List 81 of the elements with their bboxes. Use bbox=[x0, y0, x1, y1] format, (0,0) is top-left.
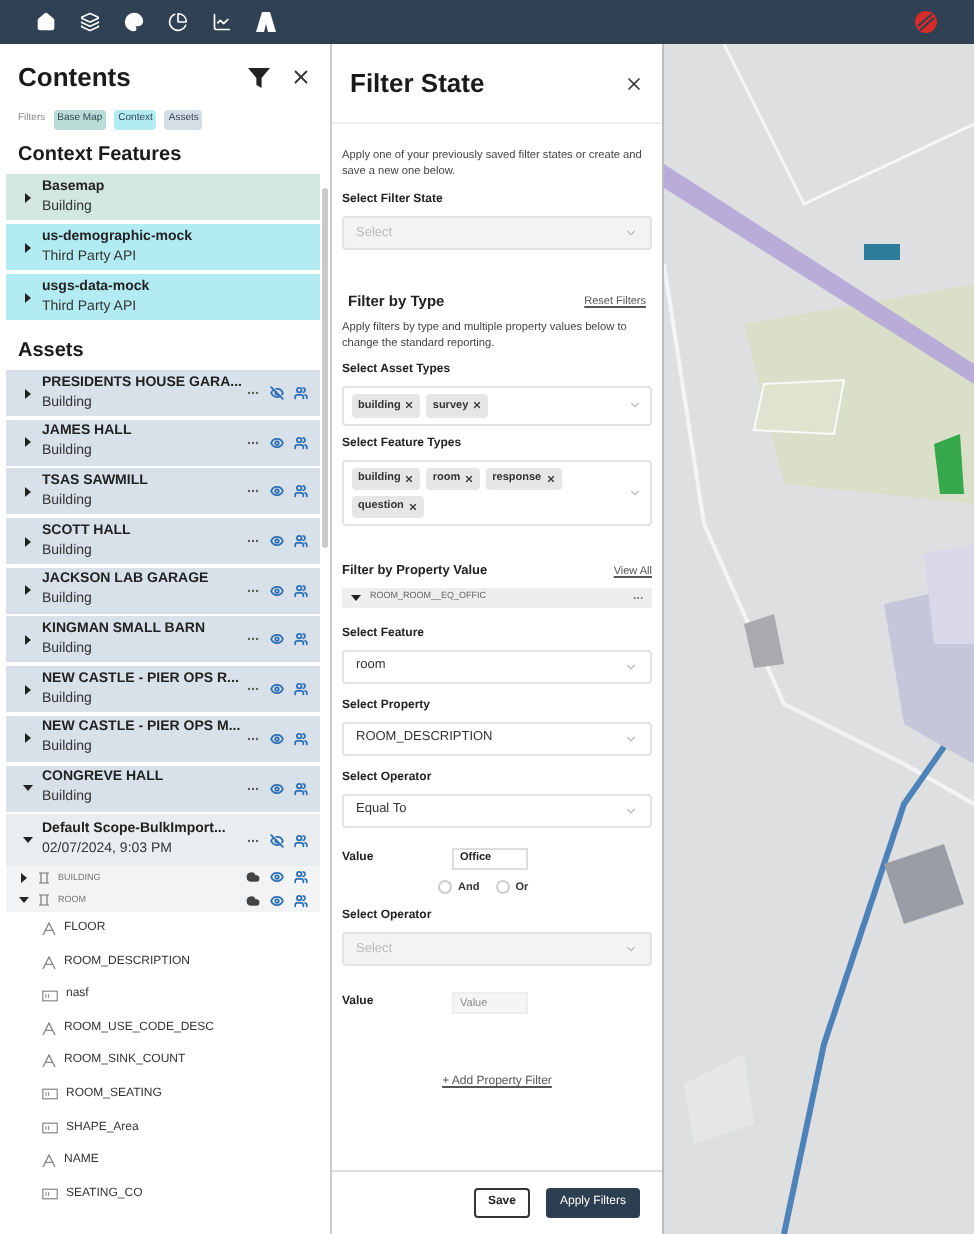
eye-icon[interactable] bbox=[270, 632, 284, 647]
users-icon[interactable] bbox=[294, 583, 308, 598]
eye-icon[interactable] bbox=[270, 731, 284, 746]
remove-icon[interactable] bbox=[404, 473, 415, 484]
caret-right-icon[interactable] bbox=[18, 871, 30, 884]
caret-right-icon[interactable] bbox=[22, 535, 34, 548]
caret-right-icon[interactable] bbox=[22, 732, 34, 745]
users-icon[interactable] bbox=[294, 435, 308, 450]
caret-right-icon[interactable] bbox=[22, 633, 34, 646]
panel-title: Contents bbox=[18, 59, 131, 96]
radio-button[interactable] bbox=[495, 880, 510, 895]
road-icon[interactable] bbox=[256, 12, 276, 32]
filter-icon[interactable] bbox=[248, 67, 270, 87]
caret-right-icon[interactable] bbox=[22, 584, 34, 597]
eye-icon[interactable] bbox=[270, 893, 284, 908]
caret-right-icon[interactable] bbox=[22, 485, 34, 498]
line-chart-icon[interactable] bbox=[212, 12, 232, 32]
pie-chart-icon[interactable] bbox=[168, 12, 188, 32]
text-type-icon bbox=[42, 1154, 56, 1169]
eye-icon[interactable] bbox=[270, 870, 284, 885]
chevron-down-icon bbox=[624, 731, 638, 746]
number-field-icon bbox=[42, 1122, 58, 1135]
eye-off-icon[interactable] bbox=[270, 833, 284, 848]
radio-button[interactable] bbox=[438, 880, 452, 895]
layer-icon bbox=[38, 871, 50, 884]
users-icon[interactable] bbox=[294, 781, 308, 795]
number-field-icon bbox=[42, 1088, 58, 1101]
caret-down-icon[interactable] bbox=[350, 591, 362, 604]
chevron-down-icon bbox=[628, 485, 642, 500]
scrollbar[interactable] bbox=[322, 188, 328, 548]
section-heading: Context Features bbox=[16, 142, 184, 170]
section-heading: Assets bbox=[16, 338, 86, 366]
chevron-down-icon bbox=[628, 398, 642, 413]
number-field-icon bbox=[42, 989, 58, 1002]
close-icon[interactable] bbox=[290, 66, 312, 88]
caret-right-icon[interactable] bbox=[22, 191, 34, 203]
users-icon[interactable] bbox=[294, 632, 308, 647]
text-type-icon bbox=[42, 1021, 56, 1036]
palette-icon[interactable] bbox=[124, 12, 144, 32]
caret-right-icon[interactable] bbox=[22, 436, 34, 449]
home-icon[interactable] bbox=[36, 12, 56, 32]
users-icon[interactable] bbox=[294, 731, 308, 746]
layers-icon[interactable] bbox=[80, 12, 100, 32]
eye-icon[interactable] bbox=[270, 583, 284, 598]
remove-icon[interactable] bbox=[464, 473, 475, 484]
panel-title: Filter State bbox=[350, 65, 485, 102]
users-icon[interactable] bbox=[294, 682, 308, 697]
users-icon[interactable] bbox=[294, 893, 308, 908]
users-icon[interactable] bbox=[294, 484, 308, 499]
remove-icon[interactable] bbox=[404, 400, 415, 411]
caret-right-icon[interactable] bbox=[22, 683, 34, 696]
eye-icon[interactable] bbox=[270, 781, 284, 795]
caret-down-icon[interactable] bbox=[22, 782, 34, 794]
eye-icon[interactable] bbox=[270, 435, 284, 450]
number-field-icon bbox=[42, 1188, 58, 1201]
remove-icon[interactable] bbox=[545, 473, 556, 484]
users-icon[interactable] bbox=[294, 386, 308, 400]
users-icon[interactable] bbox=[294, 534, 308, 549]
close-icon[interactable] bbox=[624, 73, 644, 93]
remove-icon[interactable] bbox=[472, 400, 483, 411]
layer-icon bbox=[38, 894, 50, 907]
caret-down-icon[interactable] bbox=[22, 834, 34, 847]
caret-right-icon[interactable] bbox=[22, 387, 34, 399]
text-type-icon bbox=[42, 955, 56, 970]
caret-down-icon[interactable] bbox=[18, 894, 30, 907]
chevron-down-icon bbox=[624, 659, 638, 674]
remove-icon[interactable] bbox=[407, 501, 418, 512]
caret-right-icon[interactable] bbox=[22, 241, 34, 253]
chevron-down-icon bbox=[624, 942, 638, 956]
chevron-down-icon bbox=[624, 226, 638, 240]
text-type-icon bbox=[42, 921, 56, 936]
text-type-icon bbox=[42, 1054, 56, 1069]
chevron-down-icon bbox=[624, 803, 638, 818]
caret-right-icon[interactable] bbox=[22, 291, 34, 303]
eye-icon[interactable] bbox=[270, 534, 284, 549]
users-icon[interactable] bbox=[294, 870, 308, 885]
eye-icon[interactable] bbox=[270, 682, 284, 697]
eye-off-icon[interactable] bbox=[270, 386, 284, 400]
users-icon[interactable] bbox=[294, 833, 308, 848]
eye-icon[interactable] bbox=[270, 484, 284, 499]
more-icon[interactable] bbox=[246, 386, 260, 400]
